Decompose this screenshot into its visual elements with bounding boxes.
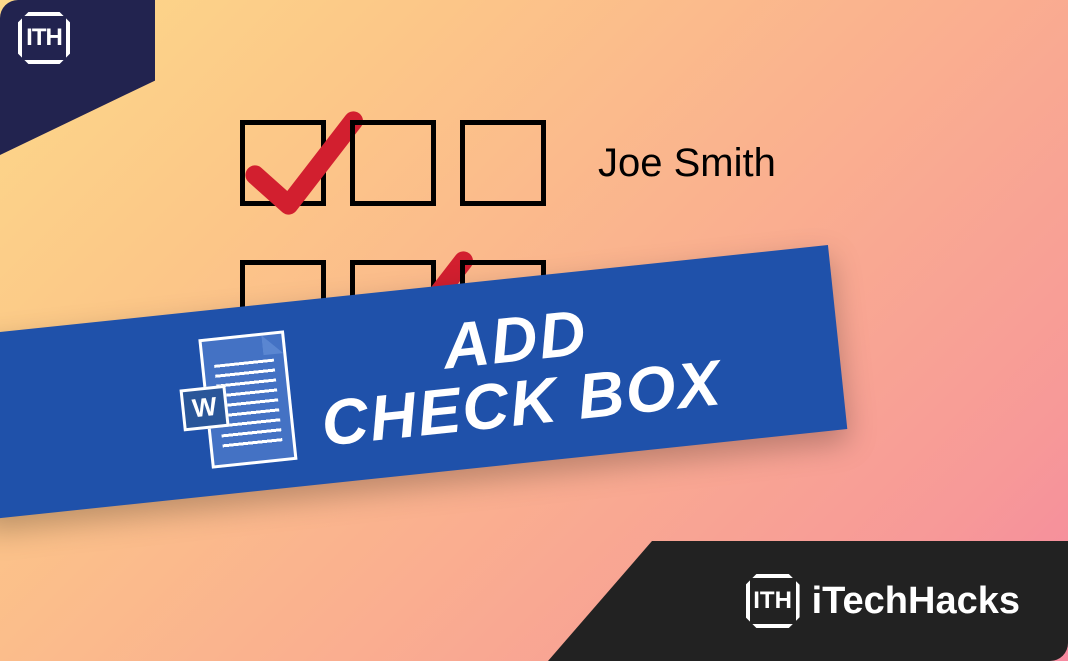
- corner-logo-icon: ITH: [18, 12, 70, 64]
- checkbox: [240, 120, 326, 206]
- corner-top-left: ITH: [0, 0, 155, 155]
- row-name: Joe Smith: [598, 141, 776, 186]
- corner-bottom-right: ITH iTechHacks: [548, 541, 1068, 661]
- checkmark-icon: [243, 103, 363, 223]
- banner-text: ADD CHECK BOX: [312, 286, 725, 455]
- word-app-icon: W: [174, 330, 297, 471]
- checkbox: [460, 120, 546, 206]
- word-badge-icon: W: [179, 384, 229, 431]
- brand-name: iTechHacks: [812, 580, 1020, 623]
- brand-logo-icon: ITH: [746, 574, 800, 628]
- checkbox-row: Joe Smith: [240, 120, 776, 206]
- banner-inner: W ADD CHECK BOX: [0, 285, 725, 493]
- checkbox: [350, 120, 436, 206]
